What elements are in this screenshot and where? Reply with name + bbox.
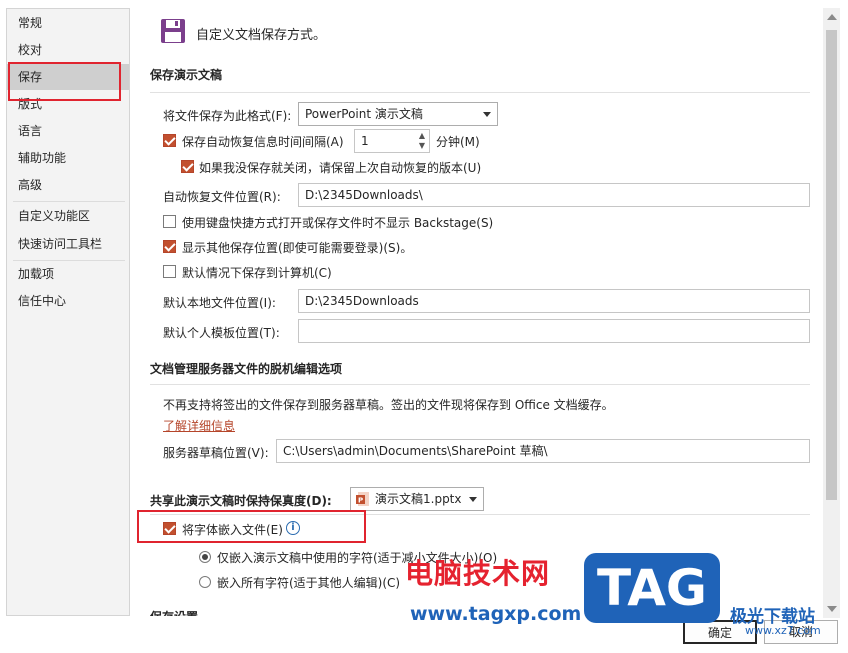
scroll-up-icon[interactable]	[827, 14, 837, 20]
sidebar-item-trust-center[interactable]: 信任中心	[7, 288, 129, 314]
save-format-value: PowerPoint 演示文稿	[305, 107, 423, 121]
highlight-box-embed-fonts	[137, 510, 366, 543]
template-location-input[interactable]	[298, 319, 810, 343]
svg-text:P: P	[358, 497, 363, 505]
no-backstage-checkbox[interactable]	[163, 215, 176, 228]
local-location-input[interactable]: D:\2345Downloads	[298, 289, 810, 313]
template-location-label: 默认个人模板位置(T):	[163, 326, 280, 340]
sidebar-item-quick-access-toolbar[interactable]: 快速访问工具栏	[7, 231, 129, 257]
no-backstage-label: 使用键盘快捷方式打开或保存文件时不显示 Backstage(S)	[182, 216, 494, 230]
content-scrollbar[interactable]	[823, 8, 840, 618]
show-other-locations-label: 显示其他保存位置(即使可能需要登录)(S)。	[182, 241, 413, 255]
watermark-site-name: 电脑技术网	[405, 557, 551, 590]
embed-all-chars-radio[interactable]	[199, 576, 211, 588]
fidelity-document-dropdown[interactable]: P 演示文稿1.pptx	[350, 487, 484, 511]
watermark-tag-logo: TAG	[574, 545, 720, 623]
sidebar-item-customize-ribbon[interactable]: 自定义功能区	[7, 203, 129, 229]
stepper-down-icon[interactable]: ▼	[419, 141, 425, 151]
sidebar-divider	[13, 201, 125, 202]
autorecover-location-label: 自动恢复文件位置(R):	[163, 190, 281, 204]
server-drafts-label: 服务器草稿位置(V):	[163, 446, 269, 460]
scroll-down-icon[interactable]	[827, 606, 837, 612]
section-title-save-settings: 保存设置	[150, 608, 198, 616]
fidelity-document-value: 演示文稿1.pptx	[375, 492, 462, 506]
stepper-up-icon[interactable]: ▲	[419, 131, 425, 141]
autorecover-minutes-value: 1	[361, 134, 369, 148]
chevron-down-icon	[469, 497, 477, 502]
scrollbar-thumb[interactable]	[826, 30, 837, 500]
watermark-site-url: www.tagxp.com	[410, 603, 582, 625]
watermark-brand-url: www.xz7.com	[745, 624, 821, 637]
local-location-label: 默认本地文件位置(I):	[163, 296, 276, 310]
sidebar-item-language[interactable]: 语言	[7, 118, 129, 144]
chevron-down-icon	[483, 112, 491, 117]
section-divider	[150, 384, 810, 385]
format-label: 将文件保存为此格式(F):	[163, 109, 292, 123]
keep-last-version-label: 如果我没保存就关闭，请保留上次自动恢复的版本(U)	[199, 161, 482, 175]
section-title-fidelity: 共享此演示文稿时保持保真度(D):	[150, 494, 332, 508]
minutes-unit-label: 分钟(M)	[436, 135, 480, 149]
sidebar-item-general[interactable]: 常规	[7, 10, 129, 36]
learn-more-link[interactable]: 了解详细信息	[163, 417, 235, 434]
page-title: 自定义文档保存方式。	[196, 28, 327, 43]
powerpoint-file-icon: P	[356, 492, 369, 506]
embed-all-chars-label: 嵌入所有字符(适于其他人编辑)(C)	[217, 576, 401, 590]
section-title-save-presentations: 保存演示文稿	[150, 68, 223, 82]
keep-last-version-checkbox[interactable]	[181, 160, 194, 173]
autorecover-location-input[interactable]: D:\2345Downloads\	[298, 183, 810, 207]
highlight-box-save	[8, 62, 121, 101]
save-format-dropdown[interactable]: PowerPoint 演示文稿	[298, 102, 498, 126]
server-drafts-input[interactable]: C:\Users\admin\Documents\SharePoint 草稿\	[276, 439, 810, 463]
sidebar-item-advanced[interactable]: 高级	[7, 172, 129, 198]
save-to-computer-checkbox[interactable]	[163, 265, 176, 278]
save-icon	[161, 19, 185, 43]
save-to-computer-label: 默认情况下保存到计算机(C)	[182, 266, 332, 280]
show-other-locations-checkbox[interactable]	[163, 240, 176, 253]
sidebar-item-addins[interactable]: 加载项	[7, 261, 129, 287]
autorecover-label: 保存自动恢复信息时间间隔(A)	[182, 135, 344, 149]
sidebar-item-accessibility[interactable]: 辅助功能	[7, 145, 129, 171]
sidebar-item-proofing[interactable]: 校对	[7, 37, 129, 63]
autorecover-minutes-stepper[interactable]: 1 ▲ ▼	[354, 129, 430, 153]
section-divider	[150, 92, 810, 93]
embed-used-chars-radio[interactable]	[199, 551, 211, 563]
section-title-offline-editing: 文档管理服务器文件的脱机编辑选项	[150, 362, 343, 376]
autorecover-checkbox[interactable]	[163, 134, 176, 147]
offline-info-text: 不再支持将签出的文件保存到服务器草稿。签出的文件现将保存到 Office 文档缓…	[163, 398, 614, 412]
